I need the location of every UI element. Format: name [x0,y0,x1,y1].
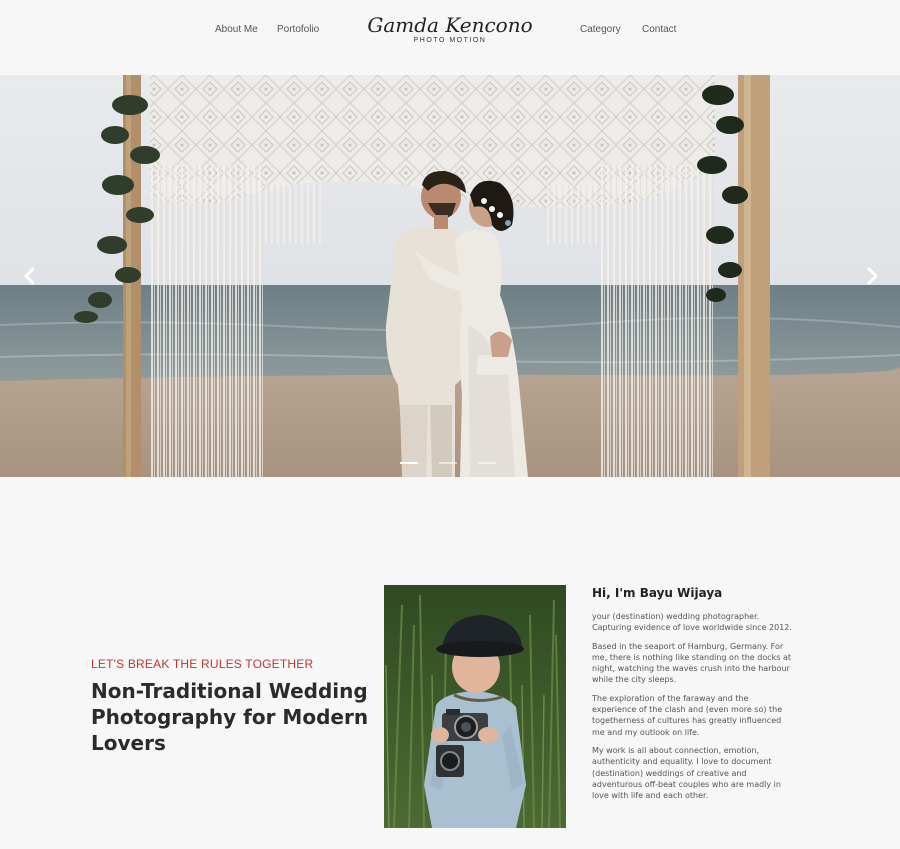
boy-with-camera-photo [384,585,566,828]
nav-link-about-me[interactable]: About Me [215,24,258,35]
hero-carousel [0,75,900,477]
photographer-portrait [384,585,566,828]
bio-paragraph-3: The exploration of the faraway and the e… [592,693,783,737]
carousel-indicator-1[interactable] [400,462,418,464]
nav-link-contact[interactable]: Contact [642,24,676,35]
chevron-right-icon [867,267,878,285]
section-headline: Non-Traditional Wedding Photography for … [91,679,369,755]
carousel-prev-button[interactable] [22,266,38,286]
nav-link-portofolio[interactable]: Portofolio [277,24,319,35]
bio-paragraph-1: your (destination) wedding photographer.… [592,612,792,633]
carousel-indicator-3[interactable] [478,462,496,464]
carousel-indicator-2[interactable] [439,462,457,464]
carousel-next-button[interactable] [864,266,880,286]
bio-paragraph-4: My work is all about connection, emotion… [592,745,781,801]
bio-title: Hi, I'm Bayu Wijaya [592,586,723,600]
site-logo[interactable]: Gamda Kencono PHOTO MOTION [365,12,535,58]
hero-wedding-photo [0,75,900,477]
top-navigation: About Me Portofolio Gamda Kencono PHOTO … [0,0,900,75]
logo-script: Gamda Kencono [367,13,533,37]
bio-paragraph-2: Based in the seaport of Hamburg, Germany… [592,641,791,685]
carousel-indicators [400,462,496,464]
logo-subtitle: PHOTO MOTION [413,37,487,44]
section-eyebrow: LET'S BREAK THE RULES TOGETHER [91,657,314,671]
bio-text: your (destination) wedding photographer.… [592,611,792,808]
nav-link-category[interactable]: Category [580,24,621,35]
chevron-left-icon [24,267,35,285]
